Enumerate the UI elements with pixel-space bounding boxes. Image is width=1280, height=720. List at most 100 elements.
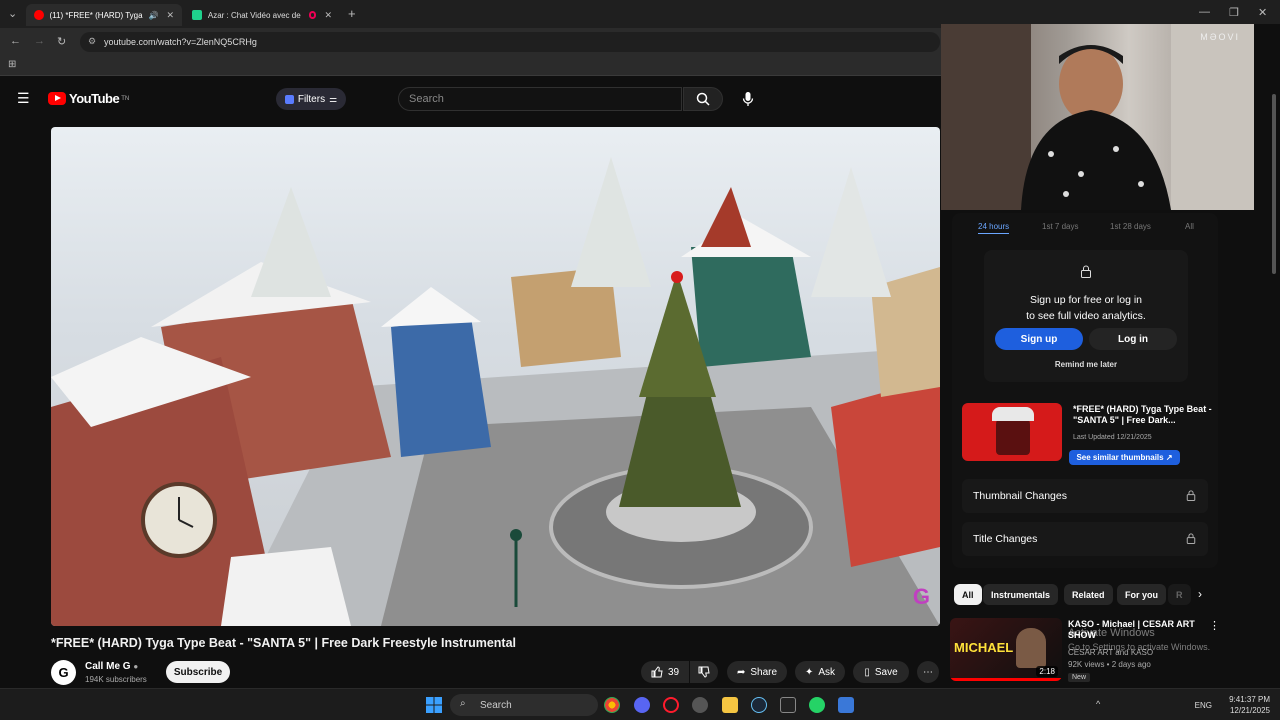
new-tab-button[interactable]: + xyxy=(348,6,356,21)
like-count: 39 xyxy=(667,666,680,678)
windows-taskbar: ⌕ Search ^ ENG 9:41:37 PM 12/21/2025 xyxy=(0,688,1280,720)
save-button[interactable]: ▯ Save xyxy=(853,661,909,683)
subscriber-count: 194K subscribers xyxy=(85,675,147,684)
apps-icon[interactable]: ⊞ xyxy=(8,59,16,70)
search-icon xyxy=(696,92,710,106)
opera-icon[interactable] xyxy=(663,697,679,713)
activate-windows-subtitle: Go to Settings to activate Windows. xyxy=(1068,642,1211,652)
search-placeholder: Search xyxy=(409,93,444,105)
sparkle-icon: ✦ xyxy=(804,666,814,678)
steam-icon[interactable] xyxy=(751,697,767,713)
thumbnail-changes-row[interactable]: Thumbnail Changes xyxy=(962,479,1208,513)
like-button[interactable]: 39 xyxy=(641,661,689,683)
chrome-icon[interactable] xyxy=(604,697,620,713)
windows-start-icon[interactable] xyxy=(426,697,442,713)
microphone-icon xyxy=(742,92,754,106)
sign-up-button[interactable]: Sign up xyxy=(995,328,1083,350)
search-button[interactable] xyxy=(683,87,723,111)
chip-related[interactable]: Related xyxy=(1064,584,1113,605)
close-tab-icon[interactable]: ✕ xyxy=(166,10,174,21)
file-explorer-icon[interactable] xyxy=(722,697,738,713)
whatsapp-icon[interactable] xyxy=(809,697,825,713)
filters-label: Filters xyxy=(297,93,326,105)
youtube-favicon-icon xyxy=(34,10,44,20)
taskbar-clock[interactable]: 9:41:37 PM 12/21/2025 xyxy=(1229,694,1270,716)
right-scrollbar-area xyxy=(1254,24,1280,684)
recommended-thumbnail[interactable]: MICHAEL 2:18 xyxy=(950,618,1062,681)
channel-name[interactable]: Call Me G ● xyxy=(85,661,138,672)
reload-icon[interactable]: ↻ xyxy=(57,35,66,48)
range-tab-all[interactable]: All xyxy=(1185,222,1194,231)
share-button[interactable]: ➦ Share xyxy=(727,661,787,683)
video-frame-scene xyxy=(51,157,940,626)
chip-instrumentals[interactable]: Instrumentals xyxy=(983,584,1059,605)
app-icon-blue[interactable] xyxy=(838,697,854,713)
video-player[interactable]: G xyxy=(51,127,940,626)
logo-text: YouTube xyxy=(69,91,120,106)
duration-badge: 2:18 xyxy=(1036,666,1058,677)
chip-for-you[interactable]: For you xyxy=(1117,584,1166,605)
bookmark-icon: ▯ xyxy=(864,666,870,678)
channel-name-text: Call Me G xyxy=(85,661,131,672)
filters-button[interactable]: Filters ⚌ xyxy=(276,88,346,110)
new-badge: New xyxy=(1068,673,1091,682)
thumbs-down-icon xyxy=(698,666,710,678)
scrollbar-thumb[interactable] xyxy=(1272,94,1276,274)
channel-watermark[interactable]: G xyxy=(913,584,930,610)
restore-icon[interactable]: ❐ xyxy=(1229,6,1239,19)
taskbar-search[interactable]: ⌕ Search xyxy=(450,694,598,716)
search-input[interactable]: Search xyxy=(398,87,682,111)
login-message: Sign up for free or log in to see full v… xyxy=(984,292,1188,324)
title-changes-row[interactable]: Title Changes xyxy=(962,522,1208,556)
similar-thumbnails-button[interactable]: See similar thumbnails ↗ xyxy=(1069,450,1180,465)
chip-more[interactable]: R xyxy=(1168,584,1191,605)
range-tab-7d[interactable]: 1st 7 days xyxy=(1042,222,1078,231)
more-actions-button[interactable]: ⋯ xyxy=(917,661,939,683)
channel-avatar[interactable]: G xyxy=(51,660,76,685)
language-indicator[interactable]: ENG xyxy=(1195,701,1212,710)
voice-search-button[interactable] xyxy=(735,87,761,111)
recommended-meta: 92K views • 2 days ago xyxy=(1068,660,1151,669)
dislike-button[interactable] xyxy=(690,661,718,683)
card-updated: Last Updated 12/21/2025 xyxy=(1073,434,1152,441)
lock-icon xyxy=(1186,490,1196,504)
youtube-logo[interactable]: YouTube TN xyxy=(48,91,129,106)
tab-azar[interactable]: Azar : Chat Vidéo avec de n ✕ xyxy=(184,4,340,26)
chevron-right-icon[interactable]: › xyxy=(1198,587,1202,601)
ask-button[interactable]: ✦ Ask xyxy=(795,661,845,683)
log-in-button[interactable]: Log in xyxy=(1089,328,1177,350)
address-bar[interactable]: ⚙ youtube.com/watch?v=ZlenNQ5CRHg xyxy=(80,32,940,52)
discord-icon[interactable] xyxy=(634,697,650,713)
lock-icon xyxy=(1186,533,1196,547)
tray-chevron-icon[interactable]: ^ xyxy=(1096,699,1100,709)
tab-youtube[interactable]: (11) *FREE* (HARD) Tyga Ty 🔊 ✕ xyxy=(26,4,182,26)
thumbnail-person xyxy=(1016,628,1046,668)
video-thumbnail[interactable] xyxy=(962,403,1062,461)
search-icon: ⌕ xyxy=(460,698,466,709)
minimize-icon[interactable]: — xyxy=(1199,6,1210,18)
chip-all[interactable]: All xyxy=(954,584,982,605)
analytics-panel: 24 hours 1st 7 days 1st 28 days All Sign… xyxy=(952,213,1218,568)
more-options-icon[interactable]: ⋮ xyxy=(1209,619,1220,632)
range-tab-28d[interactable]: 1st 28 days xyxy=(1110,222,1151,231)
app-icon[interactable] xyxy=(780,697,796,713)
webcam-person xyxy=(941,24,1254,210)
tab-label: Azar : Chat Vidéo avec de n xyxy=(207,10,303,20)
hamburger-menu-icon[interactable]: ☰ xyxy=(17,90,30,107)
sliders-icon: ⚌ xyxy=(329,93,338,104)
site-info-icon[interactable]: ⚙ xyxy=(88,36,96,47)
tab-list-icon[interactable]: ⌄ xyxy=(8,7,17,20)
tab-label: (11) *FREE* (HARD) Tyga Ty xyxy=(49,10,145,20)
close-tab-icon[interactable]: ✕ xyxy=(324,10,332,21)
back-icon[interactable]: ← xyxy=(10,35,21,47)
login-message-line1: Sign up for free or log in xyxy=(1029,294,1143,306)
settings-icon[interactable] xyxy=(692,697,708,713)
webcam-overlay: MƏOVI xyxy=(941,24,1254,210)
thumbnail-changes-label: Thumbnail Changes xyxy=(973,490,1067,502)
audio-icon[interactable]: 🔊 xyxy=(148,11,158,20)
remind-later-link[interactable]: Remind me later xyxy=(984,360,1188,369)
subscribe-button[interactable]: Subscribe xyxy=(166,661,230,683)
forward-icon[interactable]: → xyxy=(34,35,45,47)
range-tab-24h[interactable]: 24 hours xyxy=(978,222,1010,234)
close-window-icon[interactable]: ✕ xyxy=(1258,6,1267,19)
